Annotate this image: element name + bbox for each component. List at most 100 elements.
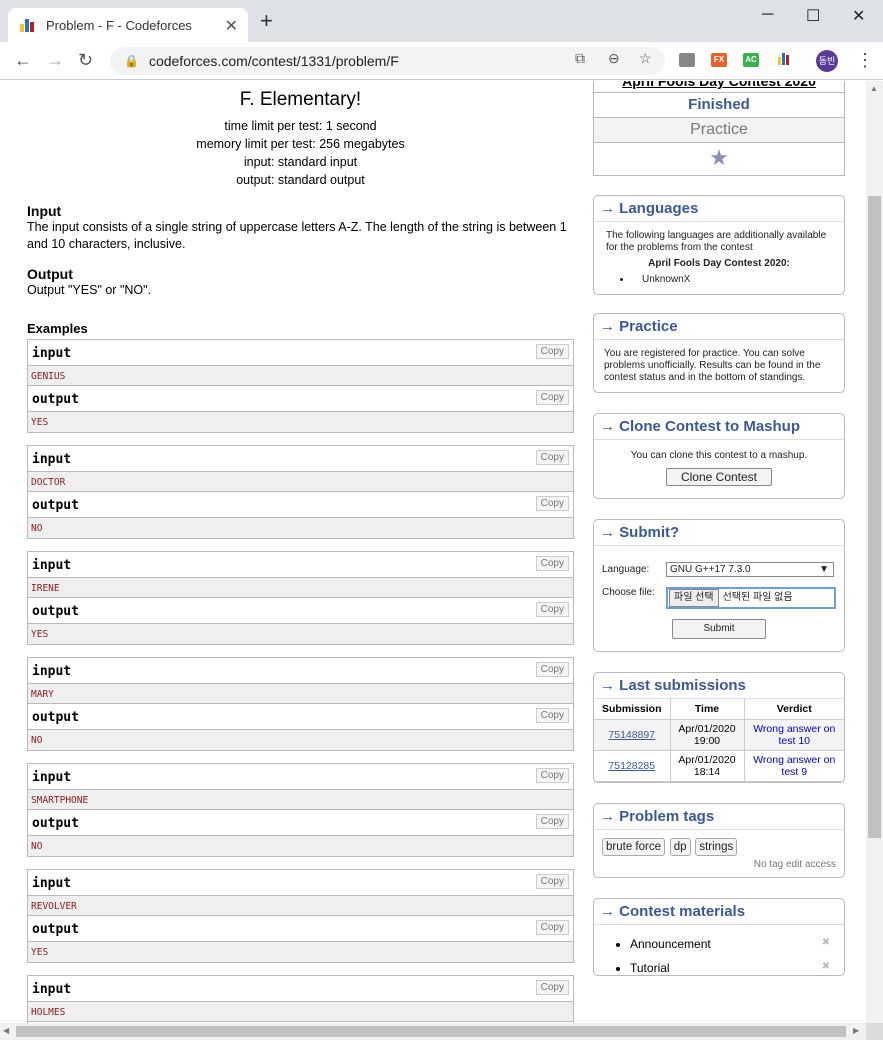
profile-avatar[interactable]: 동빈 [816,50,838,72]
submission-time: Apr/01/2020 19:00 [669,719,745,751]
file-input[interactable]: 파일 선택 선택된 파일 없음 [666,587,836,609]
last-submissions-title: → Last submissions [594,673,844,699]
copy-button[interactable]: Copy [535,602,569,617]
table-row: 75148897 Apr/01/2020 19:00 Wrong answer … [594,719,844,751]
example-output: NO [28,518,573,538]
minimize-icon[interactable]: ─ [762,6,773,24]
submission-link[interactable]: 75148897 [608,729,655,741]
tab-bar: Problem - F - Codeforces ✕ + ─ ☐ ✕ [0,0,883,42]
example-5: input Copy SMARTPHONE output Copy NO [27,763,574,857]
vertical-scroll-thumb[interactable] [868,196,881,838]
column-header: Submission [594,699,671,720]
copy-button[interactable]: Copy [535,814,569,829]
choose-file-button[interactable]: 파일 선택 [669,589,719,607]
input-label: input [32,664,72,679]
submission-verdict[interactable]: Wrong answer on test 9 [743,750,844,782]
memory-limit: memory limit per test: 256 megabytes [196,137,405,151]
language-select-value: GNU G++17 7.3.0 [670,564,751,575]
ac-extension-icon[interactable]: AC [743,53,759,67]
copy-button[interactable]: Copy [535,980,569,995]
example-output: NO [28,730,573,750]
output-label: output [32,604,79,619]
copy-button[interactable]: Copy [535,874,569,889]
forward-icon[interactable]: → [46,50,64,71]
output-source: output: standard output [236,173,365,187]
contest-phase: Practice [594,118,844,143]
submission-verdict[interactable]: Wrong answer on test 10 [743,719,844,751]
horizontal-scrollbar[interactable]: ◀ ▶ [0,1023,866,1040]
example-input: GENIUS [28,366,573,386]
input-label: input [32,346,72,361]
example-input: IRENE [28,578,573,598]
practice-box: → Practice You are registered for practi… [593,313,845,393]
browser-tab[interactable]: Problem - F - Codeforces ✕ [8,8,248,42]
contest-status: Finished [594,93,844,118]
maximize-icon[interactable]: ☐ [806,6,820,26]
material-item[interactable]: Announcement ✖ [630,937,834,951]
problem-statement: F. Elementary! time limit per test: 1 se… [27,81,574,1023]
back-icon[interactable]: ← [14,50,32,71]
example-output: YES [28,624,573,644]
copy-button[interactable]: Copy [535,768,569,783]
tag-dp[interactable]: dp [669,838,691,856]
translate-icon[interactable]: ⧉ [575,50,585,67]
language-label: Language: [602,563,650,575]
tag-brute-force[interactable]: brute force [602,838,665,856]
material-item[interactable]: Tutorial ✖ [630,961,834,975]
clone-text: You can clone this contest to a mashup. [630,450,808,461]
clone-contest-button[interactable]: Clone Contest [665,468,773,486]
example-input: MARY [28,684,573,704]
close-tab-icon[interactable]: ✕ [225,16,238,36]
material-label: Announcement [630,937,711,951]
new-tab-icon[interactable]: + [260,10,273,32]
zoom-icon[interactable]: ⊖ [608,50,620,67]
close-icon[interactable]: ✖ [822,937,830,948]
fx-extension-icon[interactable]: FX [711,53,727,67]
language-select[interactable]: GNU G++17 7.3.0 ▼ [666,562,834,577]
scrollbar-corner [866,1023,883,1040]
reload-icon[interactable]: ↻ [78,50,93,71]
codeforces-extension-icon[interactable] [775,53,791,67]
tab-title: Problem - F - Codeforces [46,17,192,33]
copy-button[interactable]: Copy [535,708,569,723]
languages-title: → Languages [594,196,844,222]
copy-button[interactable]: Copy [535,496,569,511]
bookmark-star-icon[interactable]: ☆ [639,50,652,67]
example-output: NO [28,836,573,856]
submit-button[interactable]: Submit [672,619,766,639]
scroll-left-icon[interactable]: ◀ [3,1026,9,1035]
submit-box: → Submit? Language: GNU G++17 7.3.0 ▼ Ch… [593,519,845,652]
contest-name-link[interactable]: April Fools Day Contest 2020 [622,81,816,89]
output-label: output [32,816,79,831]
submission-link[interactable]: 75128285 [608,760,655,772]
close-icon[interactable]: ✖ [822,961,830,972]
copy-button[interactable]: Copy [535,920,569,935]
input-label: input [32,452,72,467]
copy-button[interactable]: Copy [535,556,569,571]
language-item: UnknownX [632,274,832,286]
copy-button[interactable]: Copy [535,390,569,405]
favorite-star-icon[interactable]: ★ [594,143,844,175]
url-text: codeforces.com/contest/1331/problem/F [148,53,399,69]
vertical-scrollbar[interactable]: ▲ [866,81,883,1023]
browser-menu-icon[interactable]: ⋮ [856,50,874,71]
time-limit: time limit per test: 1 second [224,119,377,133]
tag-strings[interactable]: strings [695,838,738,856]
horizontal-scroll-thumb[interactable] [16,1026,846,1037]
extension-icon[interactable] [679,53,695,67]
submit-title: → Submit? [594,520,844,546]
copy-button[interactable]: Copy [535,450,569,465]
example-4: input Copy MARY output Copy NO [27,657,574,751]
column-header: Verdict [743,699,844,720]
output-label: output [32,498,79,513]
output-label: output [32,922,79,937]
copy-button[interactable]: Copy [535,662,569,677]
example-6: input Copy REVOLVER output Copy YES [27,869,574,963]
output-label: output [32,392,79,407]
copy-button[interactable]: Copy [535,344,569,359]
window-close-icon[interactable]: ✕ [852,6,865,26]
material-label: Tutorial [630,961,670,975]
scroll-right-icon[interactable]: ▶ [853,1026,859,1035]
scroll-up-icon[interactable]: ▲ [870,84,878,93]
output-section-text: Output "YES" or "NO". [27,283,152,297]
